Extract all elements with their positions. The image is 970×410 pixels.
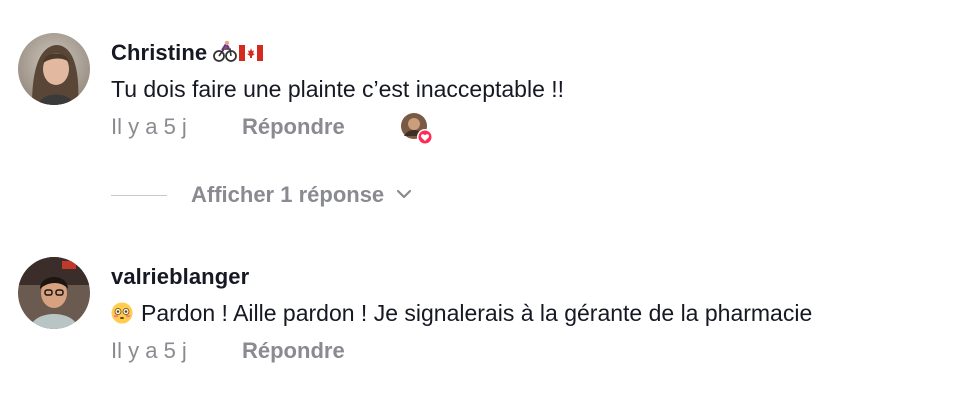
creator-liked-badge bbox=[400, 112, 434, 146]
view-replies-button[interactable]: Afficher 1 réponse bbox=[111, 181, 412, 209]
comment-text-row: Pardon ! Aille pardon ! Je signalerais à… bbox=[111, 300, 812, 330]
cyclist-emoji-icon bbox=[213, 40, 238, 68]
reply-button[interactable]: Répondre bbox=[242, 114, 345, 140]
comment-meta: Il y a 5 j Répondre bbox=[111, 338, 345, 364]
comment-text: Tu dois faire une plainte c’est inaccept… bbox=[111, 76, 565, 102]
comment-username[interactable]: Christine bbox=[111, 40, 264, 68]
chevron-down-icon bbox=[396, 186, 412, 204]
username-text: valrieblanger bbox=[111, 264, 250, 289]
avatar[interactable] bbox=[18, 257, 90, 329]
comment-meta: Il y a 5 j Répondre bbox=[111, 114, 345, 140]
avatar[interactable] bbox=[18, 33, 90, 105]
comment-time: Il y a 5 j bbox=[111, 338, 187, 363]
canada-flag-icon bbox=[239, 41, 264, 67]
divider-line bbox=[111, 194, 167, 196]
comment-text: Pardon ! Aille pardon ! Je signalerais à… bbox=[141, 300, 813, 326]
reply-button[interactable]: Répondre bbox=[242, 338, 345, 364]
flushed-face-emoji-icon bbox=[111, 302, 133, 330]
username-text: Christine bbox=[111, 40, 208, 65]
comment-username[interactable]: valrieblanger bbox=[111, 264, 249, 290]
view-replies-label: Afficher 1 réponse bbox=[191, 182, 385, 207]
comment-time: Il y a 5 j bbox=[111, 114, 187, 139]
